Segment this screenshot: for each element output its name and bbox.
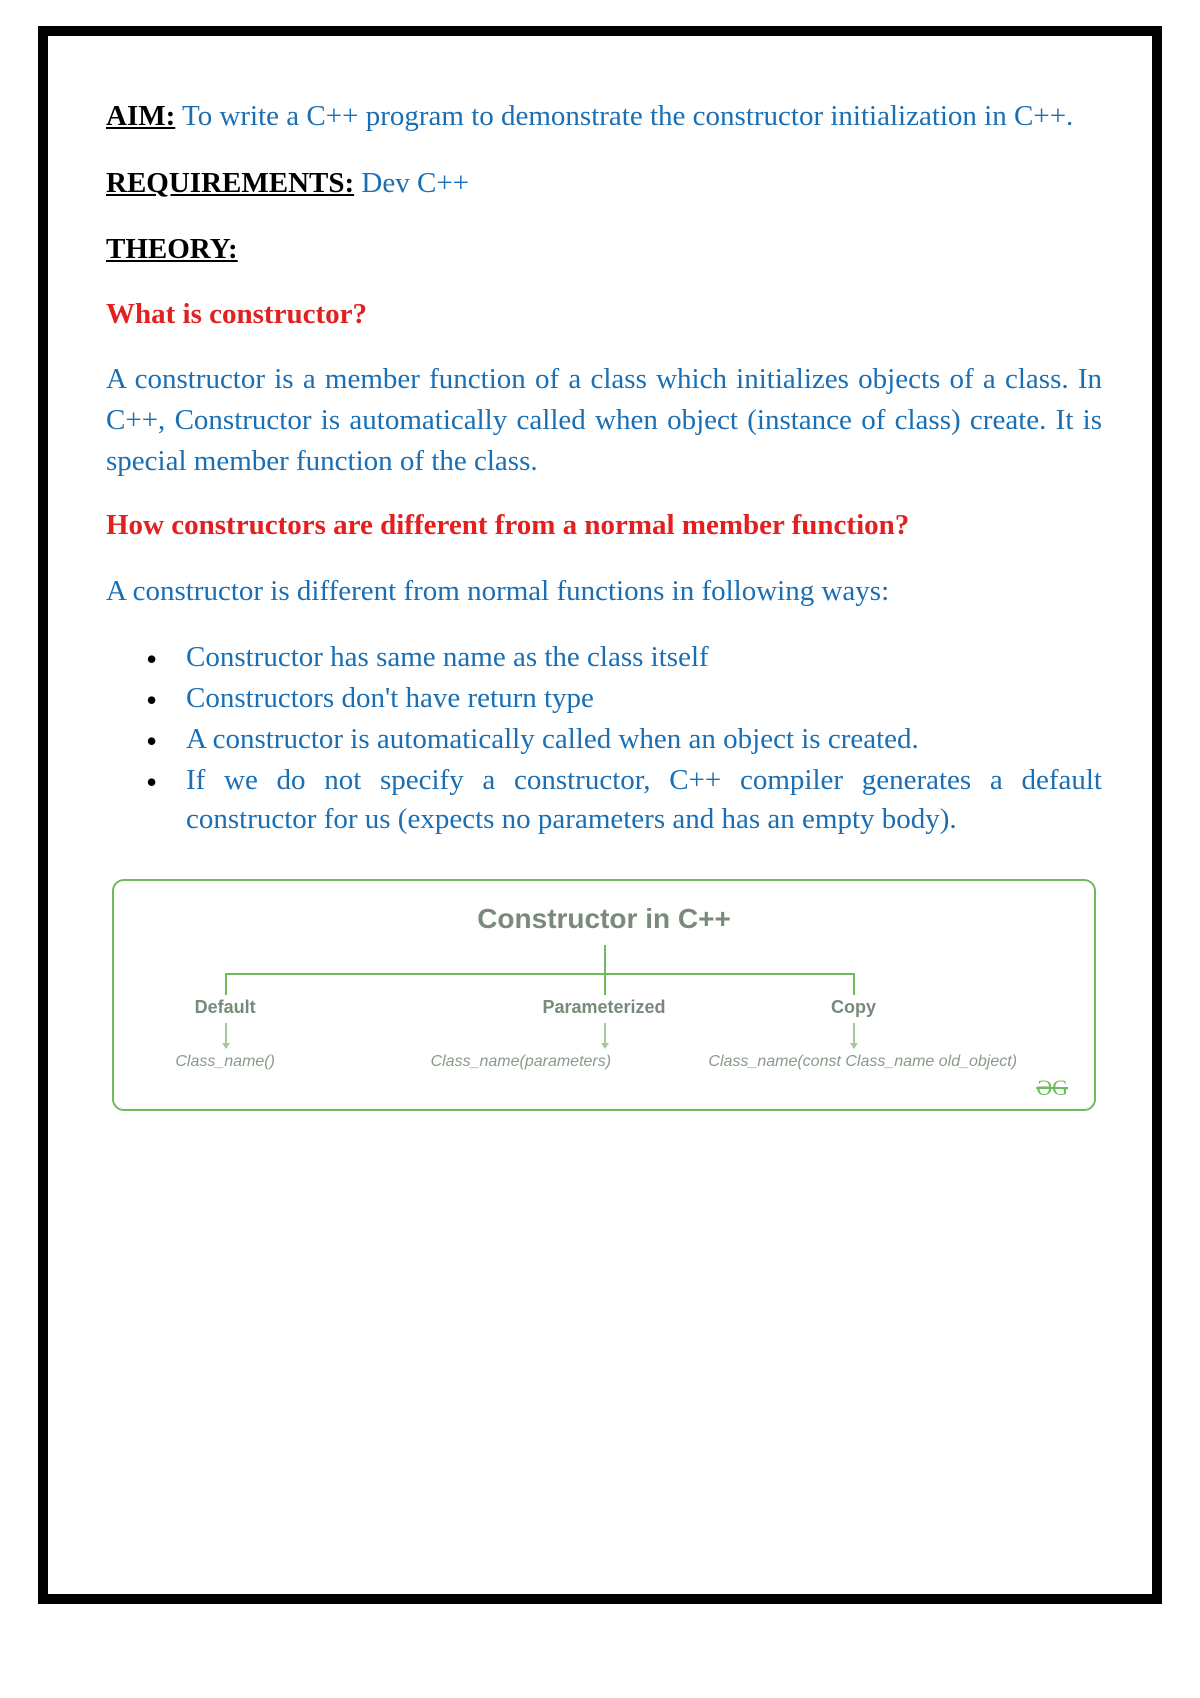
diagram-signature-parameterized: Class_name(parameters) [431, 1053, 612, 1071]
requirements-text: Dev C++ [361, 167, 469, 199]
diagram-tree: Default Parameterized Copy Class_name() … [142, 945, 1066, 1095]
diagram-signature-copy: Class_name(const Class_name old_object) [708, 1053, 1017, 1071]
document-content: AIM: To write a C++ program to demonstra… [48, 36, 1152, 1151]
arrow-down-icon [853, 1023, 855, 1045]
diagram-watermark: ƏG [1036, 1075, 1068, 1101]
arrow-down-icon [225, 1023, 227, 1045]
tree-branch [853, 973, 855, 995]
aim-text: To write a C++ program to demonstrate th… [182, 100, 1073, 132]
theory-paragraph: THEORY: [106, 229, 1102, 270]
aim-heading: AIM: [106, 100, 175, 132]
tree-horizontal-bar [225, 973, 853, 975]
requirements-heading: REQUIREMENTS: [106, 167, 354, 199]
list-item: A constructor is automatically called wh… [146, 720, 1102, 759]
tree-branch [604, 973, 606, 995]
diagram-signature-default: Class_name() [175, 1053, 275, 1071]
list-item: If we do not specify a constructor, C++ … [146, 761, 1102, 839]
diagram-type-default: Default [195, 997, 256, 1018]
list-item: Constructor has same name as the class i… [146, 638, 1102, 677]
theory-heading: THEORY: [106, 233, 238, 265]
answer-1: A constructor is a member function of a … [106, 359, 1102, 481]
diagram-title: Constructor in C++ [142, 903, 1066, 935]
page-frame: AIM: To write a C++ program to demonstra… [38, 26, 1162, 1604]
list-item: Constructors don't have return type [146, 679, 1102, 718]
arrow-down-icon [604, 1023, 606, 1045]
question-2: How constructors are different from a no… [106, 507, 1102, 545]
tree-branch [225, 973, 227, 995]
requirements-paragraph: REQUIREMENTS: Dev C++ [106, 163, 1102, 204]
constructor-diagram: Constructor in C++ Default Parameterized… [112, 879, 1096, 1111]
diagram-type-copy: Copy [831, 997, 876, 1018]
aim-paragraph: AIM: To write a C++ program to demonstra… [106, 96, 1102, 137]
tree-trunk [604, 945, 606, 973]
answer-2-intro: A constructor is different from normal f… [106, 571, 1102, 612]
bullet-list: Constructor has same name as the class i… [106, 638, 1102, 840]
diagram-type-parameterized: Parameterized [542, 997, 665, 1018]
question-1: What is constructor? [106, 296, 1102, 334]
